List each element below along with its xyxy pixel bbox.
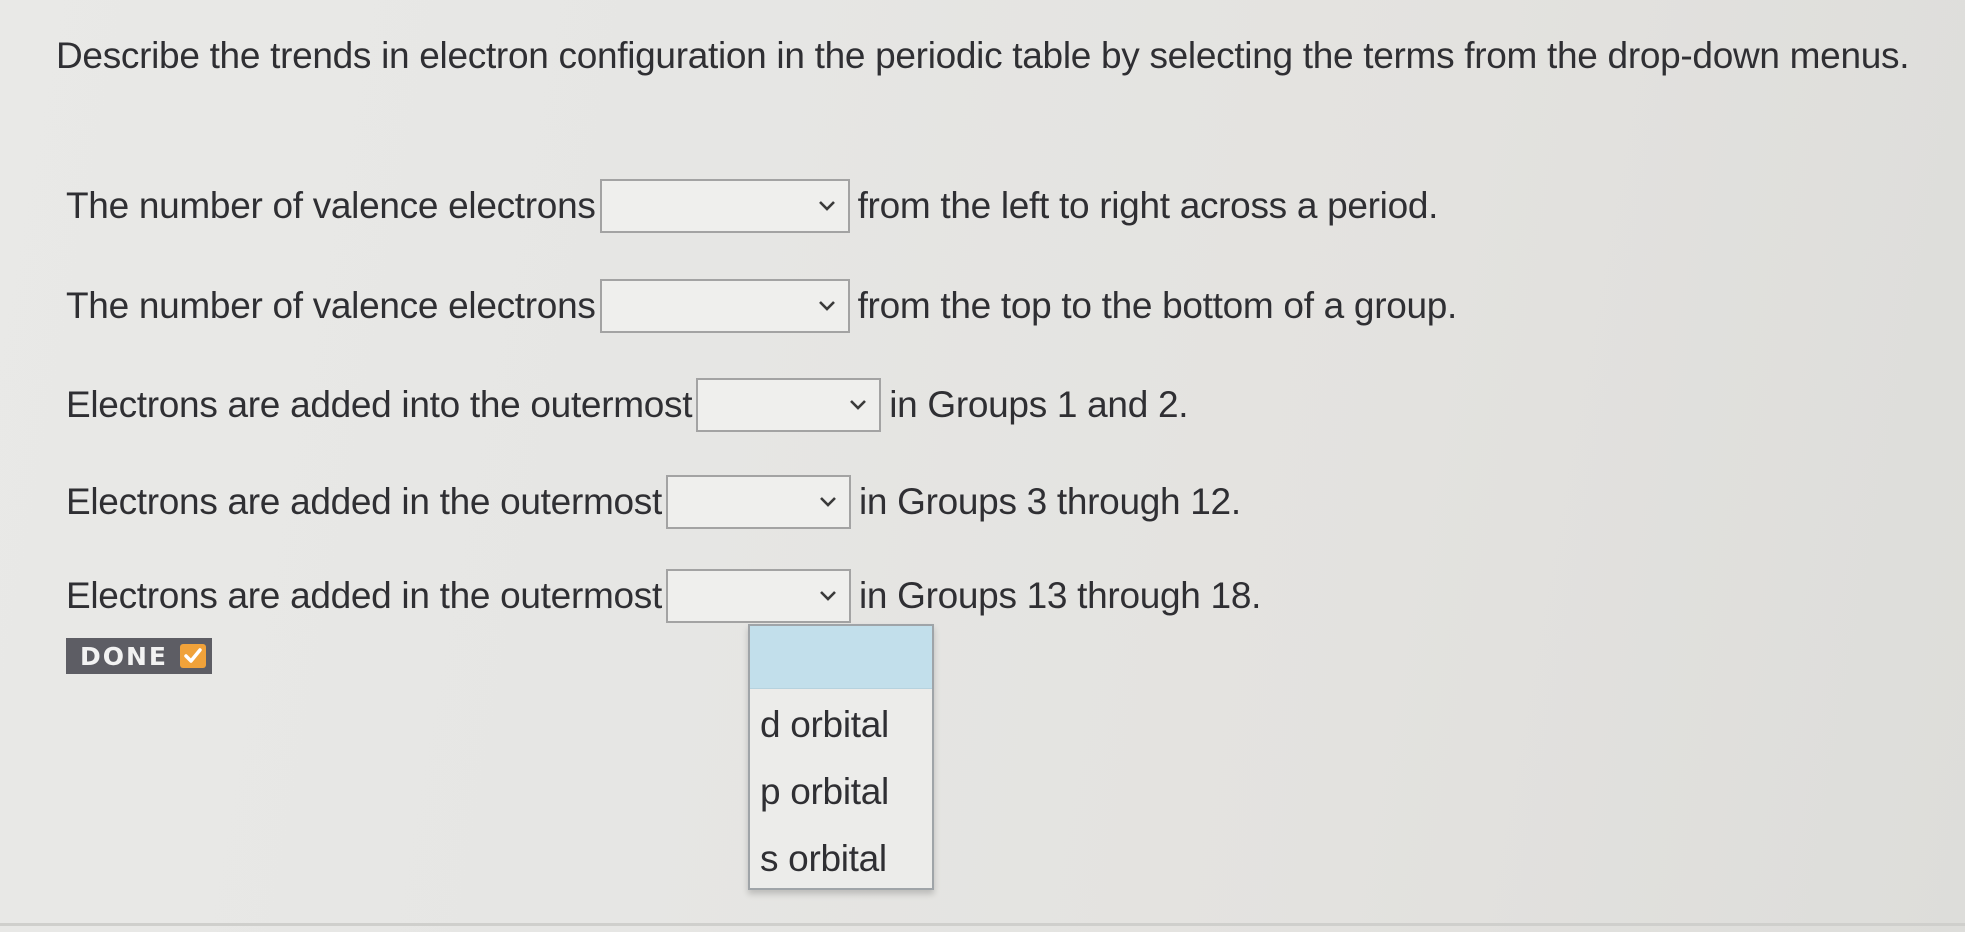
question-row-2: The number of valence electrons from the…	[66, 276, 1457, 336]
question-row-3: Electrons are added into the outermost i…	[66, 375, 1189, 435]
question-row-5: Electrons are added in the outermost in …	[66, 566, 1261, 626]
question-5-suffix: in Groups 13 through 18.	[858, 575, 1262, 616]
dropdown-option-label: p orbital	[760, 770, 889, 812]
dropdown-option-blank[interactable]	[750, 626, 932, 689]
question-1-prefix: The number of valence electrons	[66, 185, 596, 226]
chevron-down-icon	[850, 400, 867, 410]
dropdown-option-d-orbital[interactable]: d orbital	[750, 691, 932, 758]
question-3-suffix: in Groups 1 and 2.	[889, 384, 1189, 425]
question-1-suffix: from the left to right across a period.	[857, 185, 1439, 226]
chevron-down-icon	[820, 497, 836, 507]
question-5-prefix: Electrons are added in the outermost	[66, 575, 662, 616]
done-button[interactable]: DONE	[66, 638, 213, 674]
question-4-prefix: Electrons are added in the outermost	[66, 481, 662, 522]
question-3-select[interactable]	[696, 378, 882, 432]
done-button-label: DONE	[80, 641, 169, 671]
instructions-text: Describe the trends in electron configur…	[56, 35, 1910, 76]
page-divider	[0, 923, 1965, 926]
question-5-select[interactable]	[665, 569, 851, 623]
chevron-down-icon	[818, 201, 835, 211]
question-4-select[interactable]	[665, 475, 851, 529]
dropdown-option-label: d orbital	[760, 703, 889, 745]
question-1-select[interactable]	[599, 179, 850, 233]
question-2-prefix: The number of valence electrons	[66, 285, 596, 326]
question-2-suffix: from the top to the bottom of a group.	[857, 285, 1458, 326]
question-row-4: Electrons are added in the outermost in …	[66, 472, 1241, 532]
dropdown-option-s-orbital[interactable]: s orbital	[750, 825, 932, 892]
question-5-dropdown-list: d orbital p orbital s orbital	[748, 624, 934, 890]
question-row-1: The number of valence electrons from the…	[66, 176, 1438, 236]
dropdown-option-label: s orbital	[760, 837, 887, 879]
question-4-suffix: in Groups 3 through 12.	[858, 481, 1241, 522]
question-2-select[interactable]	[599, 279, 850, 333]
activity-page: Describe the trends in electron configur…	[0, 0, 1965, 932]
chevron-down-icon	[818, 301, 835, 311]
dropdown-option-p-orbital[interactable]: p orbital	[750, 758, 932, 825]
question-3-prefix: Electrons are added into the outermost	[66, 384, 693, 425]
checkmark-icon	[180, 644, 207, 668]
chevron-down-icon	[820, 591, 836, 601]
